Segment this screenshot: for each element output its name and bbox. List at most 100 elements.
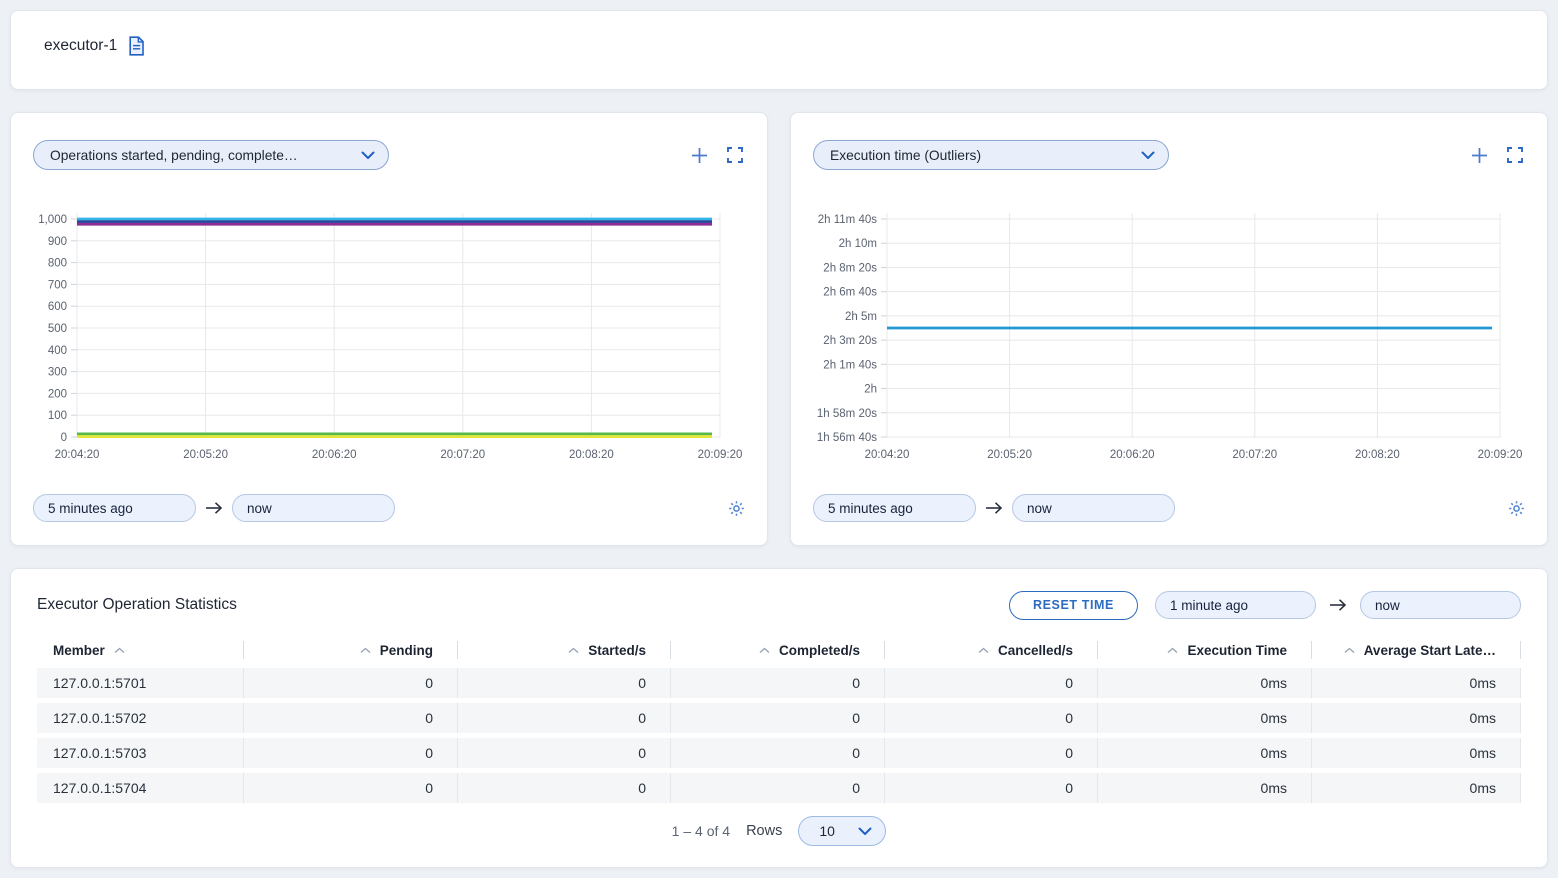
rows-per-page-value: 10	[819, 823, 835, 839]
value-cell: 0ms	[1098, 668, 1312, 698]
member-cell: 127.0.0.1:5703	[37, 738, 244, 768]
svg-text:20:04:20: 20:04:20	[865, 449, 910, 461]
document-icon[interactable]	[128, 36, 145, 56]
rows-per-page-select[interactable]: 10	[798, 816, 886, 846]
svg-text:2h 11m 40s: 2h 11m 40s	[818, 214, 877, 226]
page-title: executor-1	[44, 37, 117, 55]
time-from-input[interactable]	[33, 494, 196, 522]
sort-caret-icon	[360, 647, 371, 654]
arrow-right-icon	[1329, 598, 1347, 612]
value-cell: 0	[458, 738, 671, 768]
execution-time-chart-area: 1h 56m 40s1h 58m 20s2h2h 1m 40s2h 3m 20s…	[813, 206, 1527, 468]
sort-caret-icon	[1344, 647, 1355, 654]
svg-text:20:09:20: 20:09:20	[698, 449, 743, 461]
sort-caret-icon	[759, 647, 770, 654]
gear-icon[interactable]	[728, 500, 745, 517]
fullscreen-icon[interactable]	[1507, 147, 1523, 163]
svg-text:2h 6m 40s: 2h 6m 40s	[823, 287, 877, 299]
rows-per-page-label: Rows	[746, 823, 782, 839]
add-chart-icon[interactable]	[1471, 147, 1488, 164]
value-cell: 0	[671, 668, 885, 698]
svg-text:0: 0	[61, 432, 67, 444]
svg-text:2h 3m 20s: 2h 3m 20s	[823, 335, 877, 347]
svg-text:200: 200	[48, 388, 67, 400]
value-cell: 0	[885, 703, 1098, 733]
column-label: Member	[53, 643, 105, 658]
table-title: Executor Operation Statistics	[37, 596, 237, 614]
time-to-input[interactable]	[232, 494, 395, 522]
arrow-right-icon	[205, 501, 223, 515]
svg-text:2h 1m 40s: 2h 1m 40s	[823, 359, 877, 371]
svg-text:400: 400	[48, 345, 67, 357]
value-cell: 0	[244, 703, 458, 733]
table-time-to-input[interactable]	[1360, 591, 1521, 619]
value-cell: 0ms	[1312, 668, 1521, 698]
svg-text:20:09:20: 20:09:20	[1478, 449, 1523, 461]
svg-text:1h 56m 40s: 1h 56m 40s	[817, 432, 877, 444]
column-header-completed-s[interactable]: Completed/s	[671, 641, 885, 659]
table-row[interactable]: 127.0.0.1:570300000ms0ms	[37, 738, 1521, 768]
svg-text:2h 5m: 2h 5m	[845, 311, 877, 323]
svg-text:20:08:20: 20:08:20	[569, 449, 614, 461]
pagination-range: 1 – 4 of 4	[672, 823, 730, 839]
value-cell: 0	[244, 773, 458, 803]
svg-text:20:05:20: 20:05:20	[987, 449, 1032, 461]
value-cell: 0ms	[1312, 738, 1521, 768]
fullscreen-icon[interactable]	[727, 147, 743, 163]
svg-text:20:04:20: 20:04:20	[55, 449, 100, 461]
time-to-input[interactable]	[1012, 494, 1175, 522]
svg-text:300: 300	[48, 367, 67, 379]
metric-selector-execution-time[interactable]: Execution time (Outliers)	[813, 140, 1169, 170]
value-cell: 0	[458, 703, 671, 733]
column-header-average-start-late[interactable]: Average Start Late…	[1312, 641, 1521, 659]
value-cell: 0	[671, 738, 885, 768]
column-header-execution-time[interactable]: Execution Time	[1098, 641, 1312, 659]
operations-chart-panel: Operations started, pending, complete… 0…	[10, 112, 768, 546]
svg-text:1h 58m 20s: 1h 58m 20s	[817, 408, 877, 420]
column-label: Average Start Late…	[1364, 643, 1496, 658]
svg-text:20:06:20: 20:06:20	[312, 449, 357, 461]
column-header-pending[interactable]: Pending	[244, 641, 458, 659]
execution-time-chart-panel: Execution time (Outliers) 1h 56m 40s 1h 5…	[790, 112, 1548, 546]
sort-caret-icon	[114, 647, 125, 654]
svg-text:2h 10m: 2h 10m	[839, 238, 877, 250]
svg-text:20:07:20: 20:07:20	[440, 449, 485, 461]
svg-text:800: 800	[48, 258, 67, 270]
table-time-from-input[interactable]	[1155, 591, 1316, 619]
svg-text:2h 8m 20s: 2h 8m 20s	[823, 262, 877, 274]
sort-caret-icon	[1167, 647, 1178, 654]
value-cell: 0ms	[1312, 703, 1521, 733]
reset-time-button[interactable]: RESET TIME	[1009, 591, 1138, 620]
time-from-input[interactable]	[813, 494, 976, 522]
table-body: 127.0.0.1:570100000ms0ms127.0.0.1:570200…	[37, 668, 1521, 803]
svg-text:1,000: 1,000	[38, 214, 67, 226]
member-cell: 127.0.0.1:5701	[37, 668, 244, 698]
column-header-started-s[interactable]: Started/s	[458, 641, 671, 659]
member-cell: 127.0.0.1:5704	[37, 773, 244, 803]
member-cell: 127.0.0.1:5702	[37, 703, 244, 733]
svg-text:20:06:20: 20:06:20	[1110, 449, 1155, 461]
column-label: Cancelled/s	[998, 643, 1073, 658]
svg-text:20:07:20: 20:07:20	[1232, 449, 1277, 461]
value-cell: 0ms	[1098, 703, 1312, 733]
column-label: Execution Time	[1187, 643, 1287, 658]
add-chart-icon[interactable]	[691, 147, 708, 164]
gear-icon[interactable]	[1508, 500, 1525, 517]
svg-text:20:08:20: 20:08:20	[1355, 449, 1400, 461]
metric-selector-operations[interactable]: Operations started, pending, complete…	[33, 140, 389, 170]
chevron-down-icon	[858, 823, 872, 839]
svg-text:900: 900	[48, 236, 67, 248]
table-row[interactable]: 127.0.0.1:570200000ms0ms	[37, 703, 1521, 733]
value-cell: 0	[244, 738, 458, 768]
svg-text:100: 100	[48, 410, 67, 422]
arrow-right-icon	[985, 501, 1003, 515]
column-header-cancelled-s[interactable]: Cancelled/s	[885, 641, 1098, 659]
table-row[interactable]: 127.0.0.1:570400000ms0ms	[37, 773, 1521, 803]
chevron-down-icon	[1141, 148, 1155, 163]
value-cell: 0	[885, 668, 1098, 698]
value-cell: 0	[458, 668, 671, 698]
table-row[interactable]: 127.0.0.1:570100000ms0ms	[37, 668, 1521, 698]
svg-text:600: 600	[48, 301, 67, 313]
column-header-member[interactable]: Member	[37, 641, 244, 659]
value-cell: 0ms	[1098, 738, 1312, 768]
